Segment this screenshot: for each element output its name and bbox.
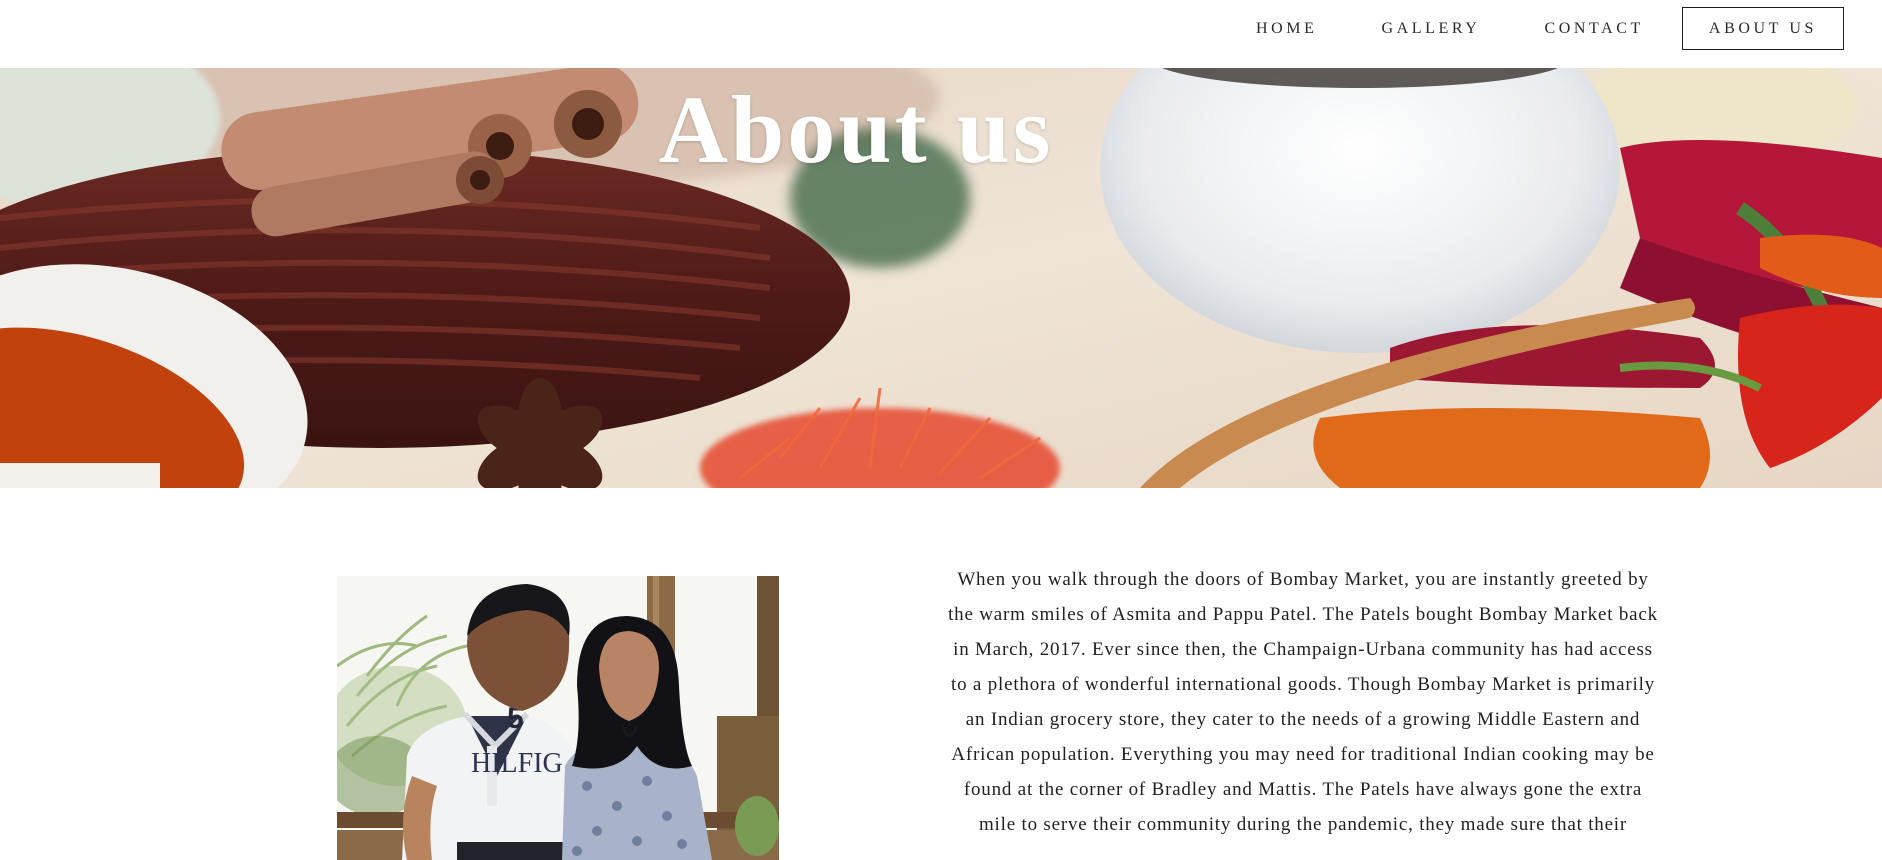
story-paragraph: When you walk through the doors of Bomba…: [948, 569, 1658, 835]
owners-photo: 5 HILFIG: [337, 576, 779, 860]
page-title: About us: [658, 76, 1054, 183]
about-story-text: When you walk through the doors of Bomba…: [948, 562, 1658, 842]
nav-home-link[interactable]: HOME: [1230, 8, 1344, 49]
nav-about-us-link[interactable]: ABOUT US: [1681, 7, 1844, 50]
hero-banner: About us: [0, 68, 1882, 488]
nav-gallery-link[interactable]: GALLERY: [1355, 8, 1506, 49]
top-navigation-bar: HOME GALLERY CONTACT ABOUT US: [0, 0, 1882, 68]
shirt-brand-text: HILFIG: [471, 748, 563, 779]
main-nav: HOME GALLERY CONTACT ABOUT US: [1218, 7, 1844, 50]
nav-contact-link[interactable]: CONTACT: [1518, 8, 1669, 49]
